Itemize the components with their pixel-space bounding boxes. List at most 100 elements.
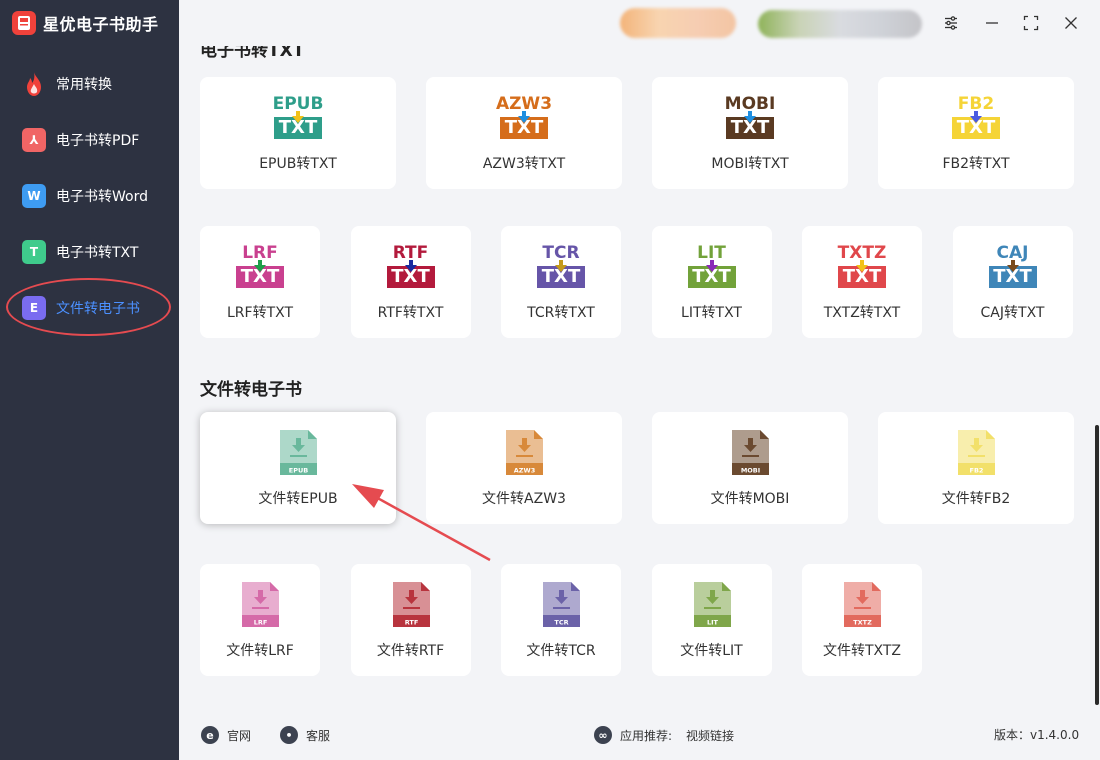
card-label: 文件转AZW3 — [482, 491, 566, 507]
version-text: 版本：v1.4.0.0 — [994, 728, 1080, 742]
lrf-to-txt-card[interactable]: LRF TXT LRF转TXT — [200, 226, 320, 338]
lit-file-icon: LIT — [693, 582, 731, 627]
recommend-link[interactable]: ∞ 应用推荐: 视频链接 — [594, 726, 734, 744]
card-label: TXTZ转TXT — [823, 305, 901, 321]
recommend-label: 应用推荐: — [620, 728, 673, 743]
scrollbar[interactable] — [1095, 425, 1099, 705]
epub-txt-icon: EPUB TXT — [272, 94, 324, 139]
card-label: LRF转TXT — [226, 305, 294, 321]
svg-text:LRF: LRF — [254, 619, 268, 627]
file-to-lit-card[interactable]: LIT 文件转LIT — [651, 564, 772, 676]
close-icon[interactable] — [1060, 12, 1082, 34]
svg-text:TCR: TCR — [554, 619, 568, 627]
card-label: 文件转MOBI — [710, 491, 790, 507]
epub-file-icon: EPUB — [280, 430, 317, 475]
card-label: 文件转RTF — [376, 643, 445, 659]
settings-sliders-icon[interactable] — [940, 12, 962, 34]
website-link[interactable]: e 官网 — [201, 726, 251, 744]
file-to-txtz-card[interactable]: TXTZ 文件转TXTZ — [802, 564, 922, 676]
card-label: 文件转LRF — [226, 643, 294, 659]
sidebar-item-label: 电子书转PDF — [56, 133, 140, 149]
svg-text:AZW3: AZW3 — [514, 467, 535, 475]
sidebar-item-label: 文件转电子书 — [56, 301, 140, 317]
support-link[interactable]: • 客服 — [280, 726, 330, 744]
app-title: 星优电子书助手 — [43, 15, 159, 34]
azw3-file-icon: AZW3 — [506, 430, 543, 475]
link-icon: ∞ — [594, 726, 612, 744]
section-title-ebook-txt: 电子书转TXT — [200, 46, 305, 61]
fb2-file-icon: FB2 — [958, 430, 995, 475]
card-label: 文件转TXTZ — [822, 643, 902, 659]
minimize-icon[interactable] — [981, 12, 1003, 34]
card-label: MOBI转TXT — [711, 156, 789, 172]
lit-to-txt-card[interactable]: LIT TXT LIT转TXT — [651, 226, 772, 338]
file-to-tcr-card[interactable]: TCR 文件转TCR — [501, 564, 621, 676]
lit-txt-icon: LIT TXT — [682, 244, 742, 294]
website-label: 官网 — [227, 728, 252, 743]
txtz-to-txt-card[interactable]: TXTZ TXT TXTZ转TXT — [802, 226, 922, 338]
sidebar-item-ebook-txt[interactable]: T 电子书转TXT — [22, 237, 138, 267]
card-label: TCR转TXT — [527, 305, 595, 321]
card-label: FB2转TXT — [942, 156, 1010, 172]
azw3-txt-icon: AZW3 TXT — [495, 94, 553, 139]
svg-text:FB2: FB2 — [970, 467, 984, 475]
file-to-rtf-card[interactable]: RTF 文件转RTF — [350, 564, 471, 676]
card-label: 文件转TCR — [526, 643, 596, 659]
txtz-txt-icon: TXTZ TXT — [837, 243, 887, 288]
rtf-to-txt-card[interactable]: RTF TXT RTF转TXT — [350, 226, 471, 338]
chat-icon: • — [280, 726, 298, 744]
tcr-file-icon: TCR — [543, 582, 580, 627]
svg-text:TXTZ: TXTZ — [853, 619, 872, 627]
sidebar-item-ebook-word[interactable]: W 电子书转Word — [22, 181, 148, 211]
footer-bar: e 官网 • 客服 ∞ 应用推荐: 视频链接 版本：v1.4.0.0 — [179, 710, 1100, 760]
svg-text:MOBI: MOBI — [741, 467, 760, 475]
epub-to-txt-card[interactable]: EPUB TXT EPUB转TXT — [200, 77, 396, 189]
avatar[interactable] — [620, 8, 736, 38]
txt-icon: T — [22, 240, 46, 264]
tcr-txt-icon: TCR TXT — [531, 244, 591, 294]
maximize-icon[interactable] — [1020, 12, 1042, 34]
card-label: CAJ转TXT — [980, 305, 1045, 321]
card-label: LIT转TXT — [681, 305, 742, 321]
tcr-to-txt-card[interactable]: TCR TXT TCR转TXT — [501, 226, 621, 338]
mobi-to-txt-card[interactable]: MOBI TXT MOBI转TXT — [652, 77, 848, 189]
fire-icon — [22, 72, 46, 96]
section-title-file-ebook: 文件转电子书 — [200, 380, 302, 400]
main-content: 电子书转TXT 文件转电子书 EPUB TXT EPUB转TXT AZW3 TXT AZW… — [179, 46, 1100, 710]
video-link[interactable]: 视频链接 — [686, 727, 734, 744]
file-to-epub-card[interactable]: EPUB 文件转EPUB — [200, 412, 396, 524]
card-label: 文件转EPUB — [258, 491, 338, 507]
file-to-lrf-card[interactable]: LRF 文件转LRF — [200, 564, 320, 676]
browser-icon: e — [201, 726, 219, 744]
lrf-txt-icon: LRF TXT — [230, 244, 290, 294]
card-label: 文件转FB2 — [941, 491, 1011, 507]
azw3-to-txt-card[interactable]: AZW3 TXT AZW3转TXT — [426, 77, 622, 189]
file-to-mobi-card[interactable]: MOBI 文件转MOBI — [652, 412, 848, 524]
ebook-icon: E — [22, 296, 46, 320]
sidebar: 星优电子书助手 常用转换 ⅄ 电子书转PDF W 电子书转Word T 电子书转… — [0, 0, 179, 760]
card-label: 文件转LIT — [680, 643, 743, 659]
sidebar-item-label: 电子书转Word — [56, 189, 148, 205]
word-icon: W — [22, 184, 46, 208]
svg-text:EPUB: EPUB — [289, 467, 308, 475]
sidebar-item-ebook-pdf[interactable]: ⅄ 电子书转PDF — [22, 125, 139, 155]
user-info[interactable] — [758, 10, 922, 38]
sidebar-item-file-ebook[interactable]: E 文件转电子书 — [22, 293, 140, 323]
file-to-azw3-card[interactable]: AZW3 文件转AZW3 — [426, 412, 622, 524]
mobi-file-icon: MOBI — [732, 430, 769, 475]
fb2-to-txt-card[interactable]: FB2 TXT FB2转TXT — [878, 77, 1074, 189]
card-label: EPUB转TXT — [259, 156, 337, 172]
app-brand: 星优电子书助手 — [12, 10, 159, 36]
rtf-txt-icon: RTF TXT — [381, 244, 441, 294]
svg-text:LIT: LIT — [707, 619, 719, 627]
card-label: RTF转TXT — [377, 305, 444, 321]
sidebar-item-common[interactable]: 常用转换 — [22, 69, 112, 99]
lrf-file-icon: LRF — [242, 582, 279, 627]
txtz-file-icon: TXTZ — [844, 582, 881, 627]
app-logo-icon — [12, 11, 36, 35]
sidebar-item-label: 常用转换 — [56, 77, 112, 93]
file-to-fb2-card[interactable]: FB2 文件转FB2 — [878, 412, 1074, 524]
caj-to-txt-card[interactable]: CAJ TXT CAJ转TXT — [952, 226, 1073, 338]
fb2-txt-icon: FB2 TXT — [946, 95, 1006, 145]
svg-text:RTF: RTF — [404, 619, 418, 627]
